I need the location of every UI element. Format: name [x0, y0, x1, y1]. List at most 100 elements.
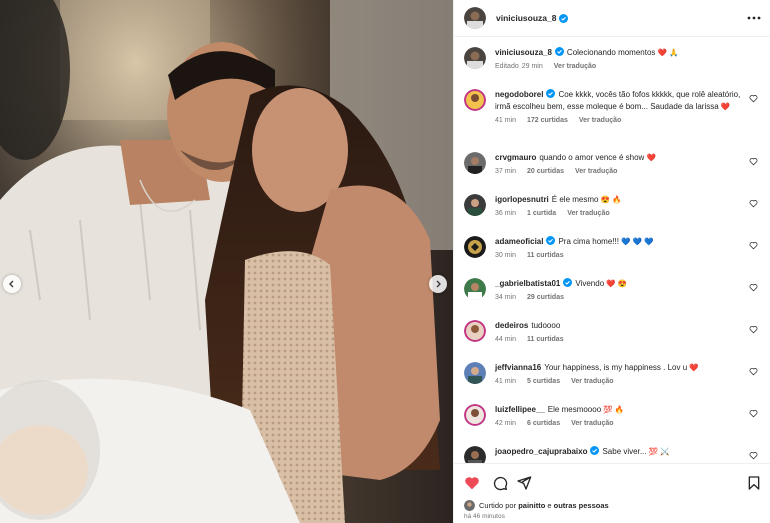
comment-time: 44 min [495, 336, 517, 343]
heart-icon[interactable] [749, 451, 758, 460]
liked-others[interactable]: outras pessoas [554, 501, 609, 510]
author-avatar[interactable] [464, 47, 486, 69]
heart-icon[interactable] [749, 157, 758, 166]
verified-icon [546, 89, 556, 98]
commenter-avatar[interactable] [464, 278, 486, 300]
author-avatar[interactable] [464, 7, 486, 29]
author-name-text[interactable]: viniciusouza_8 [496, 13, 556, 23]
comment-text: Pra cima home!!! [558, 237, 619, 246]
heart-icon[interactable] [749, 325, 758, 334]
comment-emoji: 💯 ⚔️ [648, 447, 670, 456]
heart-icon[interactable] [749, 409, 758, 418]
comment-username[interactable]: luizfellipee__ [495, 405, 545, 414]
translate-link[interactable]: Ver tradução [567, 210, 609, 217]
heart-icon[interactable] [749, 199, 758, 208]
comment-username[interactable]: crvgmauro [495, 153, 536, 162]
commenter-avatar[interactable] [464, 89, 486, 111]
verified-icon [546, 236, 556, 245]
comment-text: quando o amor vence é show [539, 153, 645, 162]
translate-link[interactable]: Ver tradução [571, 420, 613, 427]
comment-username[interactable]: jeffvianna16 [495, 363, 541, 372]
next-photo-button[interactable] [429, 275, 447, 293]
caption-text: Colecionando momentos [566, 48, 656, 57]
post-header: viniciusouza_8 [454, 0, 770, 37]
comment-likes[interactable]: 5 curtidas [527, 378, 560, 385]
verified-icon [590, 446, 600, 455]
comment-time: 41 min [495, 117, 517, 124]
comment-emoji: ❤️ [646, 153, 656, 162]
comment-time: 36 min [495, 210, 517, 217]
comment-text: Ele mesmoooo [547, 405, 602, 414]
comment-time: 37 min [495, 168, 517, 175]
comment-username[interactable]: joaopedro_cajuprabaixo [495, 447, 587, 456]
caption-time: 29 min [521, 63, 543, 70]
comment-text: tudoooo [531, 321, 561, 330]
heart-icon[interactable] [464, 475, 480, 491]
translate-link[interactable]: Ver tradução [554, 63, 596, 70]
commenter-avatar[interactable] [464, 236, 486, 258]
comment-emoji: ❤️ [720, 102, 731, 111]
post-photo[interactable] [0, 0, 453, 523]
comment-time: 41 min [495, 378, 517, 385]
comment-likes[interactable]: 1 curtida [527, 210, 556, 217]
comments-list[interactable]: viniciusouza_8 Colecionando momentos ❤️ 🙏… [454, 37, 770, 463]
comment-username[interactable]: adameoficial [495, 237, 543, 246]
comment-time: 30 min [495, 252, 517, 259]
edited-label: Editado [495, 63, 519, 70]
heart-icon[interactable] [749, 241, 758, 250]
comment-likes[interactable]: 172 curtidas [527, 117, 568, 124]
comment-likes[interactable]: 11 curtidas [527, 252, 564, 259]
liked-user[interactable]: painitto [518, 501, 545, 510]
commenter-avatar[interactable] [464, 152, 486, 174]
translate-link[interactable]: Ver tradução [579, 117, 621, 124]
chevron-left-icon [9, 280, 14, 288]
commenter-avatar[interactable] [464, 320, 486, 342]
heart-icon[interactable] [749, 283, 758, 292]
commenter-avatar[interactable] [464, 446, 486, 463]
post-actions [454, 463, 770, 499]
comment-likes[interactable]: 6 curtidas [527, 420, 560, 427]
comment-emoji: 💯 🔥 [603, 405, 625, 414]
translate-link[interactable]: Ver tradução [571, 378, 613, 385]
post-time: há 46 minutos [464, 513, 505, 520]
comment-time: 34 min [495, 294, 517, 301]
bookmark-icon[interactable] [746, 475, 762, 491]
comment-emoji: 💙 💙 💙 [621, 237, 654, 246]
comment-icon[interactable] [492, 475, 508, 491]
caption-username[interactable]: viniciusouza_8 [495, 48, 552, 57]
comment-time: 42 min [495, 420, 517, 427]
comment-emoji: 😍 🔥 [600, 195, 622, 204]
comment-likes[interactable]: 29 curtidas [527, 294, 564, 301]
heart-icon[interactable] [749, 94, 758, 103]
caption-emojis: ❤️ 🙏 [657, 48, 679, 57]
heart-icon[interactable] [749, 367, 758, 376]
comment-username[interactable]: dedeiros [495, 321, 528, 330]
comment-emoji: ❤️ 😍 [606, 279, 628, 288]
commenter-avatar[interactable] [464, 404, 486, 426]
chevron-right-icon [436, 280, 441, 288]
verified-icon [559, 13, 569, 23]
comment-username[interactable]: _gabrielbatista01 [495, 279, 560, 288]
commenter-avatar[interactable] [464, 194, 486, 216]
comment-text: Sabe viver... [602, 447, 647, 456]
author-username[interactable]: viniciusouza_8 [496, 13, 569, 23]
couple-photo [0, 0, 453, 523]
liker-avatar[interactable] [464, 500, 475, 511]
comment-username[interactable]: igorlopesnutri [495, 195, 549, 204]
liked-by: Curtido por painitto e outras pessoas [464, 500, 609, 511]
comment-likes[interactable]: 11 curtidas [527, 336, 564, 343]
share-icon[interactable] [516, 475, 532, 491]
translate-link[interactable]: Ver tradução [575, 168, 617, 175]
comment-text: É ele mesmo [551, 195, 599, 204]
commenter-avatar[interactable] [464, 362, 486, 384]
verified-icon [563, 278, 573, 287]
comment-likes[interactable]: 20 curtidas [527, 168, 564, 175]
previous-photo-button[interactable] [3, 275, 21, 293]
comment-username[interactable]: negodoborel [495, 90, 543, 99]
post-details-panel: viniciusouza_8 viniciusouza_8 Colecionand… [453, 0, 770, 523]
more-icon[interactable] [747, 12, 761, 24]
verified-icon [554, 47, 564, 56]
comment-emoji: ❤️ [689, 363, 699, 372]
liked-suffix: e [547, 501, 552, 510]
comment-text: Your happiness, is my happiness . Lov u [544, 363, 688, 372]
